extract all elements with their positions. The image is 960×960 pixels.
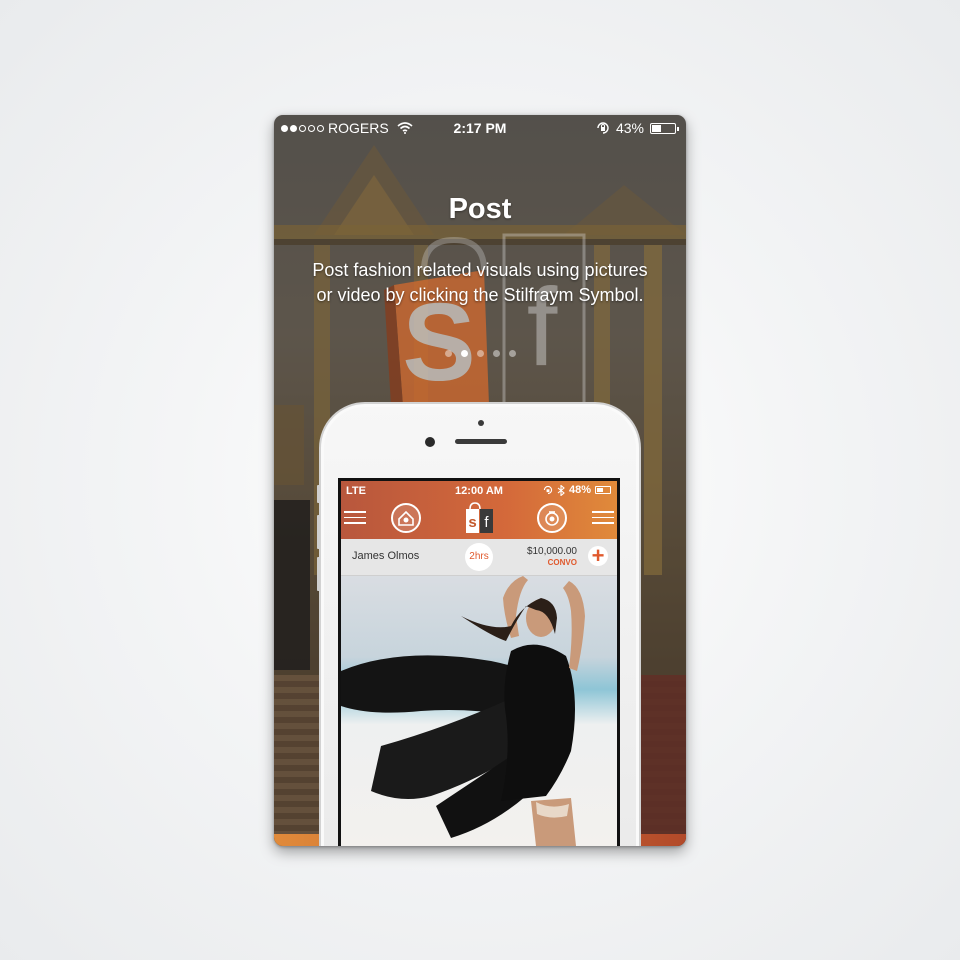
app-header: LTE 12:00 AM 48% s f [341,481,617,539]
phone-front-camera [425,437,435,447]
convo-label[interactable]: CONVO [548,558,577,567]
home-button[interactable] [391,503,421,533]
phone-mute-switch [317,485,320,503]
stilfraym-logo-icon[interactable]: s f [465,501,495,535]
onboarding-title: Post [448,193,512,225]
fashion-post-photo[interactable] [341,576,617,846]
page-dot[interactable] [492,350,500,357]
phone-volume-up [317,515,320,549]
phone-sensor [478,420,484,426]
orientation-lock-icon [597,122,609,134]
app-status-bar: LTE 12:00 AM 48% [341,481,617,499]
camera-icon [545,511,559,526]
description-line-1: Post fashion related visuals using pictu… [312,260,648,280]
fashion-model-image [341,576,585,846]
phone-volume-down [317,557,320,591]
plus-icon[interactable]: + [588,545,608,567]
onboarding-description: Post fashion related visuals using pictu… [274,258,686,308]
onboarding-screen: S f ROGERS 2:17 PM 43% Post Post fashion… [274,115,686,846]
app-battery-icon [595,486,611,494]
hamburger-menu-icon[interactable] [344,511,366,525]
app-battery-percent: 48% [568,484,591,496]
battery-percent: 43% [615,120,644,136]
page-dot[interactable] [460,350,468,357]
camera-button[interactable] [537,503,567,533]
app-orientation-lock-icon [543,485,553,495]
battery-fill [652,124,662,132]
post-time-badge: 2hrs [465,543,493,571]
post-user-name[interactable]: James Olmos [352,550,419,562]
status-bar: ROGERS 2:17 PM 43% [274,115,686,141]
app-preview-screen: LTE 12:00 AM 48% s f James Olmos 2hrs $1… [338,478,620,846]
bluetooth-icon [557,484,565,496]
page-dot[interactable] [508,350,516,357]
menu-icon-right[interactable] [592,511,614,525]
phone-speaker [455,439,507,444]
post-price: $10,000.00 [526,546,577,557]
post-header-row[interactable]: James Olmos 2hrs $10,000.00 CONVO + [341,539,617,576]
page-dot[interactable] [476,350,484,357]
app-battery-fill [597,488,603,492]
app-logo-s: s [468,514,476,531]
page-indicator[interactable] [274,350,686,357]
description-line-2: or video by clicking the Stilfraym Symbo… [316,285,644,305]
page-dot[interactable] [444,350,452,357]
battery-icon [650,122,679,134]
home-icon [398,510,414,526]
